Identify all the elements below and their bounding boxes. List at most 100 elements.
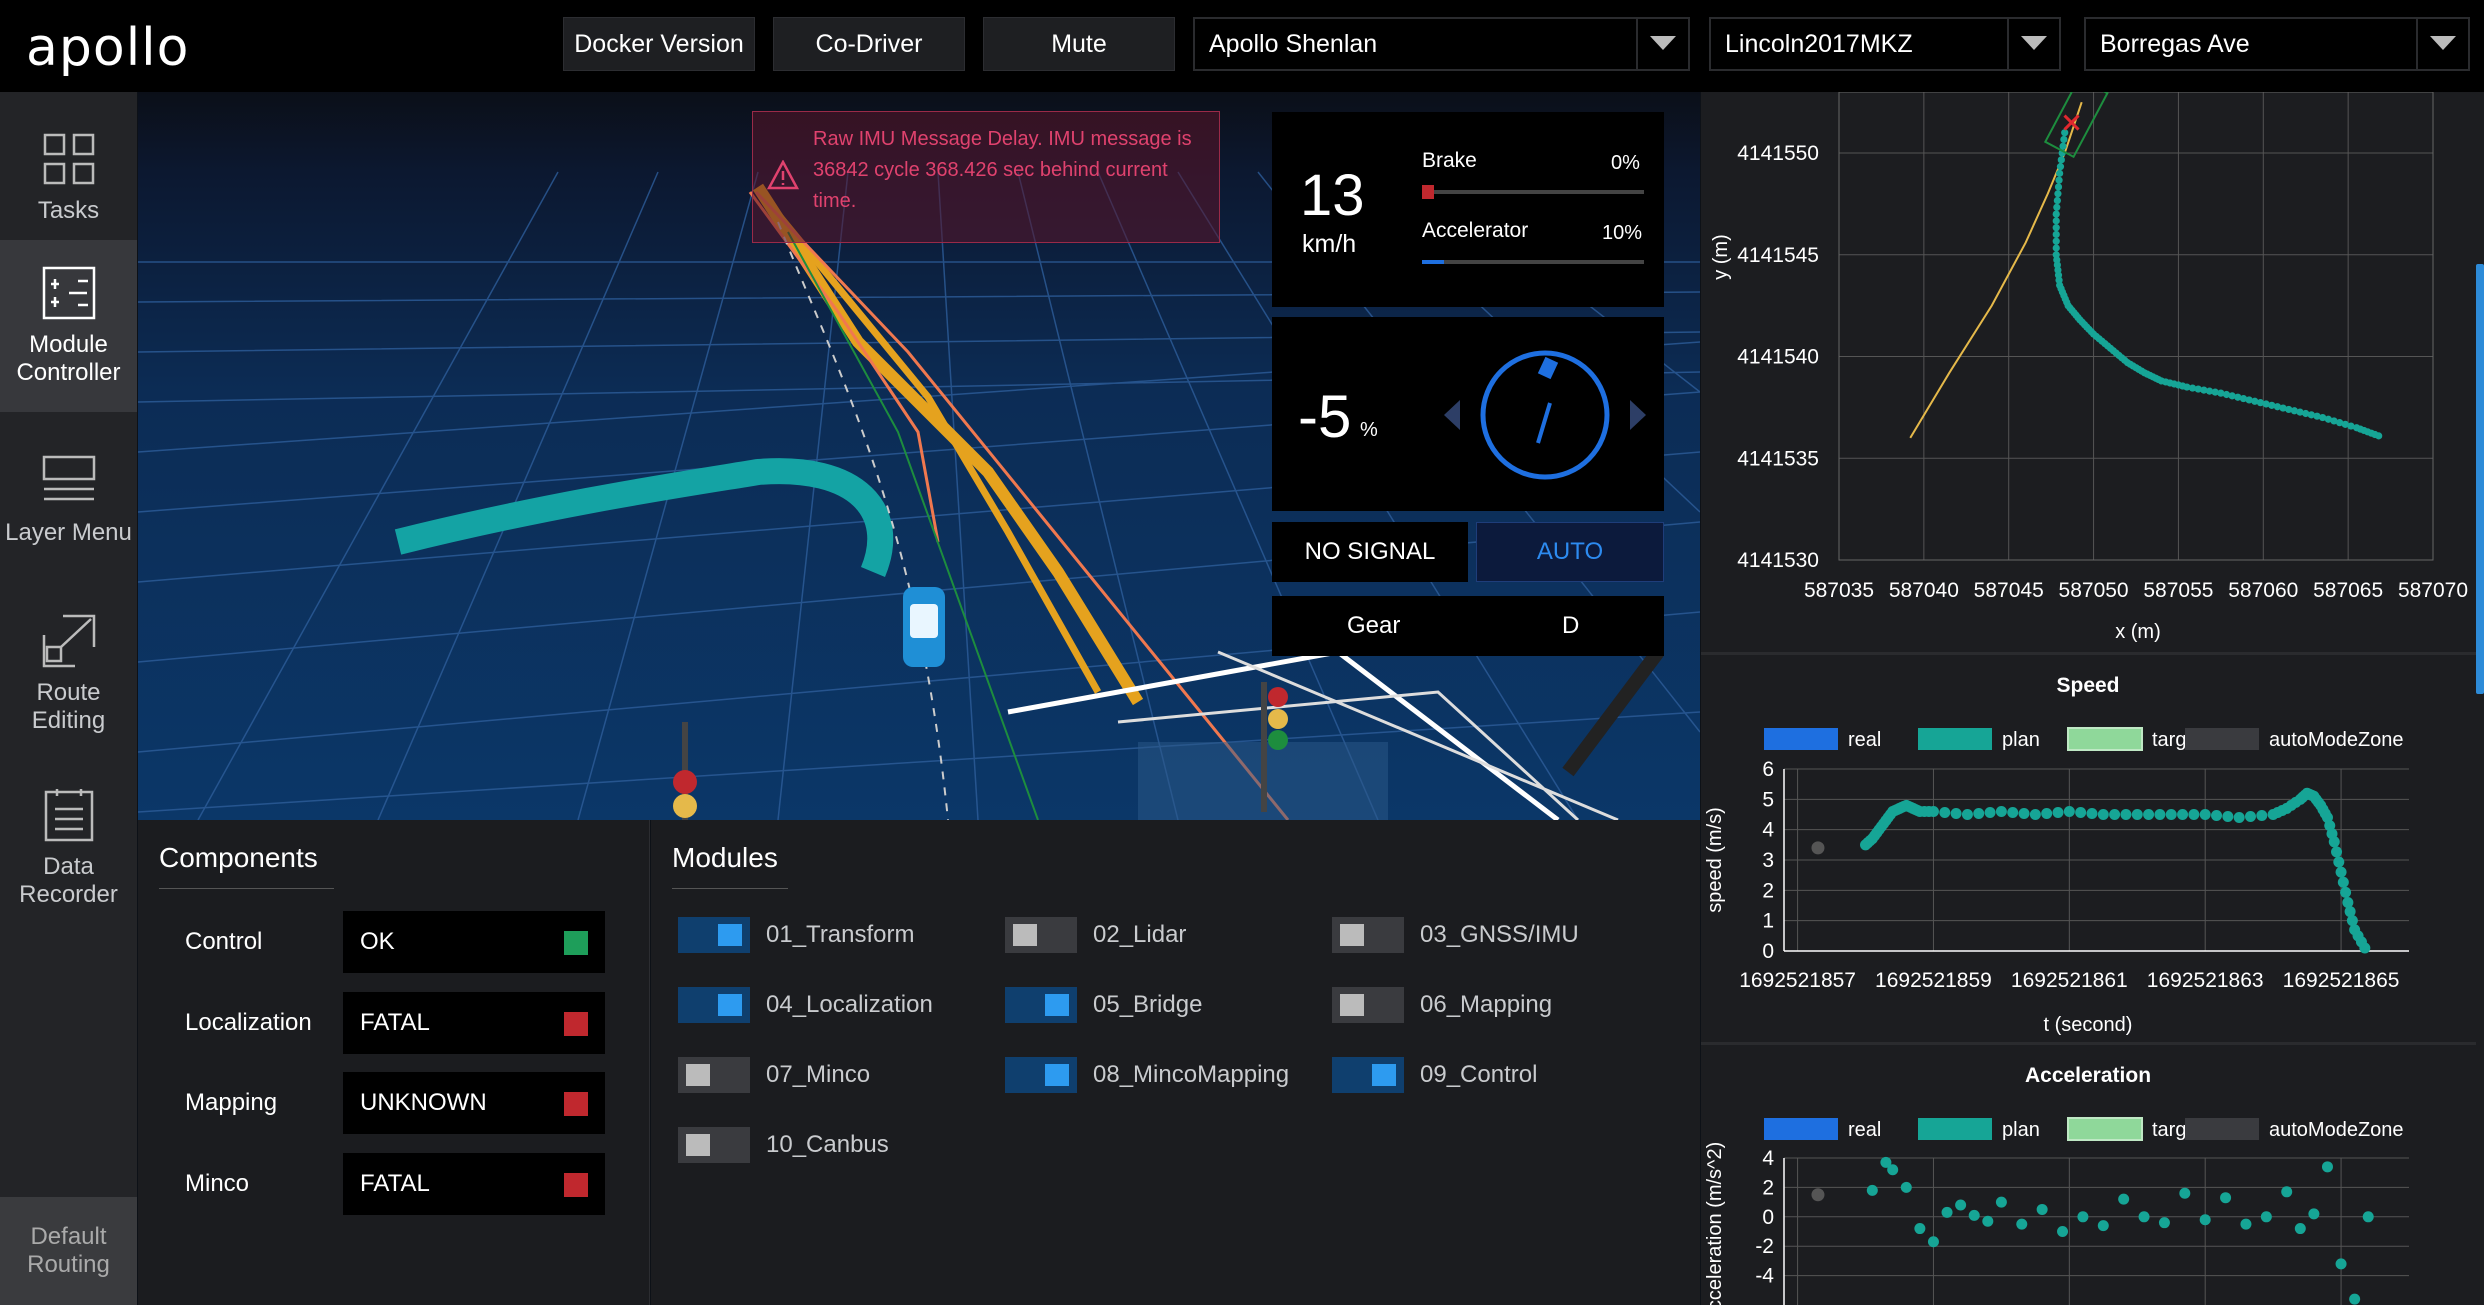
charts-panel[interactable]: 587035 587040 587045 587050 587055 587060 5870… <box>1701 76 2484 1305</box>
y-axis-label: y (m) <box>1710 234 1732 280</box>
x-tick-label: 587050 <box>2059 579 2129 602</box>
module-toggle-08-mincomapping[interactable]: 08_MincoMapping <box>1005 1055 1289 1095</box>
plan-point <box>2337 876 2349 888</box>
chevron-down-icon[interactable] <box>2007 19 2059 69</box>
co-driver-button[interactable]: Co-Driver <box>773 17 965 71</box>
map-select[interactable]: Borregas Ave <box>2084 17 2470 71</box>
gear-panel: Gear D <box>1272 596 1664 656</box>
default-routing-button[interactable]: Default Routing <box>0 1197 137 1305</box>
toggle-switch[interactable] <box>1005 1057 1077 1093</box>
module-toggle-04-localization[interactable]: 04_Localization <box>678 985 933 1025</box>
toggle-switch[interactable] <box>678 917 750 953</box>
sidebar-item-module-controller[interactable]: Module Controller <box>0 240 137 412</box>
plan-point <box>1973 807 1985 819</box>
components-panel: Components Control OK Localization FATAL Map… <box>138 820 650 1305</box>
steering-value: -5 <box>1298 383 1352 450</box>
plan-point <box>2233 812 2245 824</box>
toggle-switch[interactable] <box>678 1057 750 1093</box>
plan-point <box>2016 1218 2028 1230</box>
apollo-logo: apollo <box>26 18 190 78</box>
scrollbar-thumb[interactable] <box>2476 264 2484 694</box>
sliders-icon <box>42 266 95 320</box>
trajectory-point <box>2056 163 2065 171</box>
plan-point <box>2158 1217 2170 1229</box>
sidebar-item-tasks[interactable]: Tasks <box>0 92 137 264</box>
x-tick-label: 1692521857 <box>1739 969 1856 992</box>
plan-point <box>2188 809 2200 820</box>
mode-select[interactable]: Apollo Shenlan <box>1193 17 1690 71</box>
legend-label: autoModeZone <box>2269 1119 2404 1141</box>
chevron-down-icon[interactable] <box>1636 19 1688 69</box>
toggle-switch[interactable] <box>1005 917 1077 953</box>
module-toggle-05-bridge[interactable]: 05_Bridge <box>1005 985 1202 1025</box>
component-row: Minco FATAL <box>138 1153 650 1215</box>
plan-point <box>2244 811 2256 823</box>
x-tick-label: 587045 <box>1974 579 2044 602</box>
plan-point <box>2240 1218 2252 1230</box>
toggle-switch[interactable] <box>1332 917 1404 953</box>
plan-point <box>2177 809 2189 820</box>
module-toggle-03-gnss-imu[interactable]: 03_GNSS/IMU <box>1332 915 1579 955</box>
brake-bar <box>1422 185 1644 199</box>
plan-point <box>2308 1208 2320 1220</box>
y-tick-label: -2 <box>1755 1235 1774 1258</box>
sidebar-item-route-editing[interactable]: Route Editing <box>0 588 137 760</box>
chart-title: Acceleration <box>2025 1064 2151 1087</box>
trajectory-point <box>2056 169 2064 177</box>
alert-line: time. <box>813 190 857 212</box>
brake-bar-fill <box>1422 185 1434 199</box>
module-toggle-09-control[interactable]: 09_Control <box>1332 1055 1537 1095</box>
toggle-switch[interactable] <box>1005 987 1077 1023</box>
mute-button[interactable]: Mute <box>983 17 1175 71</box>
docker-version-button[interactable]: Docker Version <box>563 17 755 71</box>
plan-point <box>1982 1215 1994 1227</box>
plan-point <box>2333 856 2345 868</box>
toggle-switch[interactable] <box>678 987 750 1023</box>
component-status: FATAL <box>343 992 605 1054</box>
plan-point <box>2256 810 2268 822</box>
plan-point <box>2281 1186 2293 1198</box>
plan-point <box>2154 809 2166 820</box>
plan-point <box>2335 1258 2347 1270</box>
module-toggle-02-lidar[interactable]: 02_Lidar <box>1005 915 1186 955</box>
steering-unit: % <box>1360 419 1378 441</box>
top-header: apollo Docker Version Co-Driver Mute Apo… <box>0 0 2484 92</box>
y-tick-label: 4141530 <box>1737 549 1819 572</box>
warning-icon <box>767 160 799 190</box>
toggle-switch[interactable] <box>678 1127 750 1163</box>
charts-scrollbar[interactable] <box>2476 92 2484 1305</box>
plan-point <box>2131 809 2143 820</box>
module-label: 09_Control <box>1420 1061 1538 1088</box>
legend-swatch <box>1918 728 1992 750</box>
module-toggle-07-minco[interactable]: 07_Minco <box>678 1055 870 1095</box>
alert-line: 36842 cycle 368.426 sec behind current <box>813 159 1168 181</box>
plan-point <box>2118 1193 2130 1205</box>
sidebar-item-layer-menu[interactable]: Layer Menu <box>0 414 137 586</box>
module-toggle-01-transform[interactable]: 01_Transform <box>678 915 915 955</box>
plan-point <box>2138 1211 2150 1223</box>
document-icon <box>44 789 93 842</box>
plan-point <box>1927 805 1939 817</box>
3d-scene-view[interactable]: Raw IMU Message Delay. IMU message is 36… <box>138 92 1700 820</box>
x-tick-label: 587040 <box>1889 579 1959 602</box>
plan-point <box>2199 1214 2211 1226</box>
y-tick-label: 0 <box>1762 940 1774 963</box>
sidebar-item-data-recorder[interactable]: Data Recorder <box>0 762 137 934</box>
y-tick-label: 4 <box>1762 819 1774 842</box>
toggle-switch[interactable] <box>1332 987 1404 1023</box>
module-toggle-06-mapping[interactable]: 06_Mapping <box>1332 985 1552 1025</box>
trajectory-point <box>2060 135 2068 144</box>
route-icon <box>42 614 95 668</box>
plan-point <box>2165 809 2177 820</box>
y-tick-label: 5 <box>1762 788 1774 811</box>
component-row: Localization FATAL <box>138 992 650 1054</box>
module-toggle-10-canbus[interactable]: 10_Canbus <box>678 1125 889 1165</box>
toggle-switch[interactable] <box>1332 1057 1404 1093</box>
toggle-knob <box>1340 924 1364 946</box>
vehicle-select[interactable]: Lincoln2017MKZ <box>1709 17 2061 71</box>
plan-point <box>2362 1211 2374 1223</box>
chevron-down-icon[interactable] <box>2416 19 2468 69</box>
y-tick-label: 4141540 <box>1737 346 1819 369</box>
module-label: 05_Bridge <box>1093 991 1203 1018</box>
component-label: Localization <box>185 1009 312 1036</box>
